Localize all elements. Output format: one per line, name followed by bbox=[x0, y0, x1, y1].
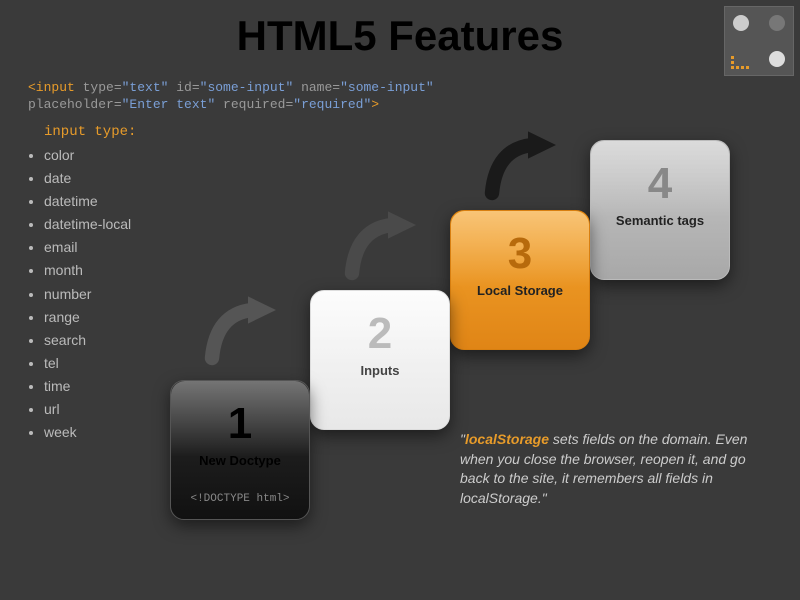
arrow-icon bbox=[340, 205, 420, 285]
list-item: tel bbox=[44, 352, 131, 375]
list-item: datetime bbox=[44, 190, 131, 213]
arrow-icon bbox=[480, 125, 560, 205]
list-item: datetime-local bbox=[44, 213, 131, 236]
list-item: time bbox=[44, 375, 131, 398]
list-item: search bbox=[44, 329, 131, 352]
code-snippet: <input type="text" id="some-input" name=… bbox=[28, 80, 434, 114]
page-title: HTML5 Features bbox=[0, 0, 800, 60]
feature-card-doctype: 1 New Doctype <!DOCTYPE html> bbox=[170, 380, 310, 520]
list-item: color bbox=[44, 144, 131, 167]
card-number: 2 bbox=[311, 309, 449, 359]
card-number: 3 bbox=[451, 229, 589, 279]
arrow-icon bbox=[200, 290, 280, 370]
card-label: New Doctype bbox=[171, 453, 309, 468]
input-type-label: input type: bbox=[44, 124, 136, 140]
card-label: Local Storage bbox=[451, 283, 589, 298]
localstorage-quote: "localStorage sets fields on the domain.… bbox=[460, 430, 770, 508]
list-item: number bbox=[44, 283, 131, 306]
list-item: url bbox=[44, 398, 131, 421]
card-number: 1 bbox=[171, 399, 309, 449]
feature-card-semantic: 4 Semantic tags bbox=[590, 140, 730, 280]
list-item: range bbox=[44, 306, 131, 329]
list-item: month bbox=[44, 259, 131, 282]
card-subtext: <!DOCTYPE html> bbox=[171, 493, 309, 505]
input-type-list: color date datetime datetime-local email… bbox=[28, 144, 131, 444]
feature-card-inputs: 2 Inputs bbox=[310, 290, 450, 430]
list-item: date bbox=[44, 167, 131, 190]
card-label: Semantic tags bbox=[591, 213, 729, 228]
feature-card-localstorage: 3 Local Storage bbox=[450, 210, 590, 350]
list-item: email bbox=[44, 236, 131, 259]
card-label: Inputs bbox=[311, 363, 449, 378]
card-number: 4 bbox=[591, 159, 729, 209]
list-item: week bbox=[44, 421, 131, 444]
logo-icon bbox=[724, 6, 794, 76]
